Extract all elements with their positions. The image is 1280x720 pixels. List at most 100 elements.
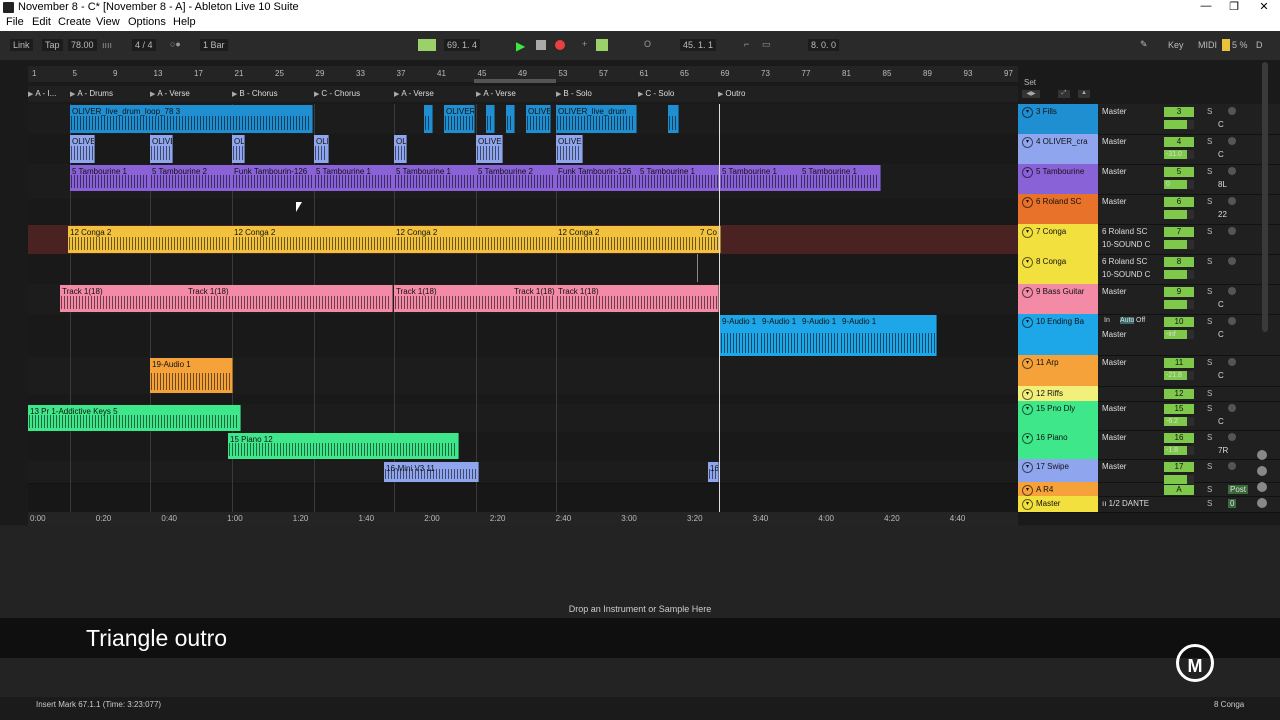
automation-arm-icon[interactable] [596, 39, 608, 51]
returns-toggle-icon[interactable] [1257, 466, 1267, 476]
record-icon[interactable] [555, 40, 565, 50]
fold-icon[interactable]: ▾ [1022, 404, 1033, 415]
track-header[interactable]: ▾ 15 Pno Dly Master 15 -6.2 S C [1018, 401, 1280, 431]
arm-button[interactable] [1228, 317, 1236, 325]
monitor-off-button[interactable]: Off [1136, 317, 1145, 324]
track-lane[interactable] [28, 134, 1018, 165]
track-activator-button[interactable]: 10 [1164, 317, 1194, 327]
track-activator-button[interactable]: 15 [1164, 404, 1194, 414]
expand-icon[interactable]: ⤢ [1058, 90, 1070, 98]
fold-icon[interactable]: ▾ [1022, 227, 1033, 238]
track-activator-button[interactable]: 17 [1164, 462, 1194, 472]
pan-value[interactable]: 22 [1218, 210, 1227, 219]
loop-length-field[interactable]: 8. 0. 0 [808, 39, 840, 51]
arrangement-clip[interactable]: 9-Audio 1 [760, 315, 801, 356]
arrangement-clip[interactable]: 5 Tambourine 1 [314, 165, 395, 191]
track-activator-button[interactable]: 8 [1164, 257, 1194, 267]
volume-field[interactable] [1164, 120, 1194, 129]
output-channel-select[interactable]: 10-SOUND C [1102, 270, 1150, 279]
arm-button[interactable] [1228, 227, 1236, 235]
loop-switch-icon[interactable]: ▭ [762, 39, 771, 50]
track-header[interactable]: ▾ 6 Roland SC Master 6 S 22 [1018, 194, 1280, 225]
punch-in-icon[interactable]: ⌐ [744, 39, 749, 49]
song-position[interactable]: 69. 1. 4 [444, 39, 481, 51]
output-routing-select[interactable]: Master [1102, 107, 1126, 116]
volume-field[interactable]: -6.2 [1164, 417, 1194, 426]
locator-6[interactable]: A - Verse [476, 89, 515, 98]
beat-time-ruler[interactable]: 1 5 9 13 17 21 25 29 33 37 41 45 49 53 57 61 65 69 73 77 81 8… [28, 66, 1018, 83]
arrangement-clip[interactable]: 7 Co [698, 226, 721, 253]
locator-2[interactable]: A - Verse [150, 89, 189, 98]
arrangement-clip[interactable]: 15 Piano 12 [228, 433, 459, 459]
output-routing-select[interactable]: Master [1102, 330, 1126, 339]
loop-start-field[interactable]: 45. 1. 1 [680, 39, 717, 51]
locator-1[interactable]: A - Drums [70, 89, 113, 98]
track-activator-button[interactable]: A [1164, 485, 1194, 495]
arrangement-clip[interactable]: Track 1(18) [512, 285, 557, 312]
solo-button[interactable]: S [1207, 404, 1212, 413]
arrangement-clip[interactable]: 9-Audio 1 [840, 315, 937, 356]
fold-icon[interactable]: ▾ [1022, 197, 1033, 208]
fold-icon[interactable]: ▾ [1022, 358, 1033, 369]
arrangement-clip[interactable] [424, 105, 433, 133]
track-activator-button[interactable]: 4 [1164, 137, 1194, 147]
pan-value[interactable]: C [1218, 150, 1224, 159]
arrangement-clip[interactable]: Track 1(18) [556, 285, 719, 312]
arrangement-clip[interactable]: OLIVER [556, 135, 583, 163]
track-header[interactable]: ▾ 7 Conga 6 Roland SC 10-SOUND C 7 S [1018, 224, 1280, 255]
arm-button[interactable] [1228, 167, 1236, 175]
output-routing-select[interactable]: Master [1102, 287, 1126, 296]
solo-button[interactable]: S [1207, 137, 1212, 146]
track-title-bar[interactable]: ▾ 4 OLIVER_cra [1018, 134, 1098, 164]
pan-value[interactable]: Post [1228, 485, 1249, 494]
locator-7[interactable]: B - Solo [556, 89, 591, 98]
vertical-scrollbar[interactable] [1262, 62, 1268, 332]
arm-button[interactable] [1228, 433, 1236, 441]
arrangement-clip[interactable]: 16-Mini V3 11 [384, 462, 479, 482]
pan-value[interactable]: 0 [1228, 499, 1237, 508]
track-title-bar[interactable]: ▾ 12 Riffs [1018, 386, 1098, 401]
track-activator-button[interactable]: 16 [1164, 433, 1194, 443]
prev-locator-icon[interactable]: ◀▶ [1022, 90, 1040, 98]
fold-icon[interactable]: ▾ [1022, 257, 1033, 268]
solo-button[interactable]: S [1207, 317, 1212, 326]
arrangement-clip[interactable]: 19-Audio 1 [150, 358, 233, 393]
fold-icon[interactable]: ▾ [1022, 485, 1033, 496]
track-header[interactable]: ▾ 9 Bass Guitar Master 9 S C [1018, 284, 1280, 315]
stop-icon[interactable] [536, 40, 546, 50]
arrangement-clip[interactable]: 5 Tambourine 2 [150, 165, 233, 191]
quantize-select[interactable]: 1 Bar [200, 39, 228, 51]
track-activator-button[interactable]: 11 [1164, 358, 1194, 368]
track-header[interactable]: ▾ 11 Arp Master 11 -21.8 S C [1018, 355, 1280, 387]
fold-icon[interactable]: ▾ [1022, 462, 1033, 473]
arrangement-clip[interactable]: 5 Tambourine 1 [70, 165, 151, 191]
arrangement-clip[interactable] [668, 105, 679, 133]
arm-button[interactable] [1228, 137, 1236, 145]
output-routing-select[interactable]: Master [1102, 462, 1126, 471]
arrangement-clip[interactable]: Funk Tambourin-126 [556, 165, 639, 191]
track-title-bar[interactable]: ▾ 16 Piano [1018, 430, 1098, 459]
fold-icon[interactable]: ▾ [1022, 317, 1033, 328]
tap-button[interactable]: Tap [42, 39, 63, 51]
arrangement-clip[interactable]: 12 Conga 2 [68, 226, 233, 253]
track-title-bar[interactable]: ▾ 15 Pno Dly [1018, 401, 1098, 430]
arrangement-clip[interactable]: OL [232, 135, 245, 163]
arrangement-clip[interactable]: 5 Tambourine 1 [394, 165, 477, 191]
output-routing-select[interactable]: Master [1102, 433, 1126, 442]
output-routing-select[interactable]: Master [1102, 137, 1126, 146]
link-button[interactable]: Link [10, 39, 33, 51]
volume-field[interactable] [1164, 300, 1194, 309]
volume-field[interactable] [1164, 270, 1194, 279]
fold-icon[interactable]: ▾ [1022, 389, 1033, 400]
overdub-icon[interactable]: + [582, 39, 587, 49]
locator-9[interactable]: Outro [718, 89, 745, 98]
arrangement-clip[interactable]: Track 1(18) [60, 285, 187, 312]
arrangement-clip[interactable]: 5 Tambourine 2 [476, 165, 557, 191]
track-lane[interactable] [28, 461, 1018, 484]
volume-field[interactable]: -21.8 [1164, 371, 1194, 380]
output-routing-select[interactable]: 6 Roland SC [1102, 257, 1147, 266]
track-header[interactable]: ▾ Master ıı 1/2 DANTE S 0 [1018, 496, 1280, 513]
fold-icon[interactable]: ▾ [1022, 287, 1033, 298]
arm-button[interactable] [1228, 462, 1236, 470]
io-toggle-icon[interactable] [1257, 450, 1267, 460]
